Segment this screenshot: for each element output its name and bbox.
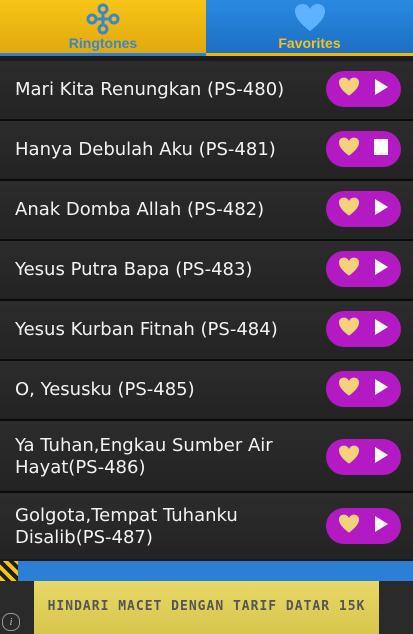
- favorite-heart-icon[interactable]: [338, 197, 360, 221]
- ad-text: HINDARI MACET DENGAN TARIF DATAR 15K: [47, 599, 366, 614]
- info-icon[interactable]: i: [2, 613, 20, 631]
- ringtone-title: Golgota,Tempat Tuhanku Disalib(PS-487): [15, 505, 238, 548]
- play-icon[interactable]: [373, 515, 389, 537]
- favorite-heart-icon[interactable]: [338, 77, 360, 101]
- list-item[interactable]: Golgota,Tempat Tuhanku Disalib(PS-487): [0, 493, 413, 559]
- play-icon[interactable]: [373, 318, 389, 340]
- action-pill: [326, 371, 401, 407]
- list-item[interactable]: Mari Kita Renungkan (PS-480): [0, 61, 413, 121]
- ringtone-title: Mari Kita Renungkan (PS-480): [15, 79, 285, 100]
- ringtone-list: Mari Kita Renungkan (PS-480) Hanya Debul…: [0, 61, 413, 559]
- play-icon[interactable]: [373, 78, 389, 100]
- ringtone-title: Yesus Putra Bapa (PS-483): [15, 259, 253, 280]
- list-item[interactable]: Hanya Debulah Aku (PS-481): [0, 121, 413, 181]
- action-pill: [326, 71, 401, 107]
- tab-bar: Ringtones Favorites: [0, 0, 413, 56]
- action-pill: [326, 311, 401, 347]
- ad-content[interactable]: HINDARI MACET DENGAN TARIF DATAR 15K: [34, 581, 379, 634]
- ringtone-title: Ya Tuhan,Engkau Sumber Air Hayat(PS-486): [15, 435, 273, 478]
- favorite-heart-icon[interactable]: [338, 137, 360, 161]
- list-item[interactable]: Ya Tuhan,Engkau Sumber Air Hayat(PS-486): [0, 421, 413, 493]
- play-icon[interactable]: [373, 378, 389, 400]
- cross-icon: [86, 3, 120, 39]
- ringtone-title: Anak Domba Allah (PS-482): [15, 199, 265, 220]
- list-item[interactable]: O, Yesusku (PS-485): [0, 361, 413, 421]
- tab-ringtones-label: Ringtones: [68, 35, 138, 51]
- play-icon[interactable]: [373, 446, 389, 468]
- tab-favorites-label: Favorites: [278, 35, 341, 51]
- ringtone-title: O, Yesusku (PS-485): [15, 379, 195, 400]
- ad-stripe-decoration: [0, 561, 18, 581]
- favorite-heart-icon[interactable]: [338, 514, 360, 538]
- favorite-heart-icon[interactable]: [338, 445, 360, 469]
- stop-icon[interactable]: [373, 138, 389, 160]
- ad-top-strip: [0, 561, 413, 581]
- play-icon[interactable]: [373, 198, 389, 220]
- ringtone-title: Yesus Kurban Fitnah (PS-484): [15, 319, 278, 340]
- action-pill: [326, 191, 401, 227]
- heart-icon: [294, 3, 326, 37]
- ringtone-title: Hanya Debulah Aku (PS-481): [15, 139, 276, 160]
- favorite-heart-icon[interactable]: [338, 377, 360, 401]
- favorite-heart-icon[interactable]: [338, 257, 360, 281]
- action-pill: [326, 508, 401, 544]
- action-pill: [326, 131, 401, 167]
- tab-favorites[interactable]: Favorites: [206, 0, 413, 56]
- play-icon[interactable]: [373, 258, 389, 280]
- ad-banner[interactable]: HINDARI MACET DENGAN TARIF DATAR 15K: [0, 581, 413, 634]
- tab-ringtones[interactable]: Ringtones: [0, 0, 206, 56]
- action-pill: [326, 439, 401, 475]
- list-item[interactable]: Yesus Putra Bapa (PS-483): [0, 241, 413, 301]
- list-item[interactable]: Anak Domba Allah (PS-482): [0, 181, 413, 241]
- action-pill: [326, 251, 401, 287]
- list-item[interactable]: Yesus Kurban Fitnah (PS-484): [0, 301, 413, 361]
- favorite-heart-icon[interactable]: [338, 317, 360, 341]
